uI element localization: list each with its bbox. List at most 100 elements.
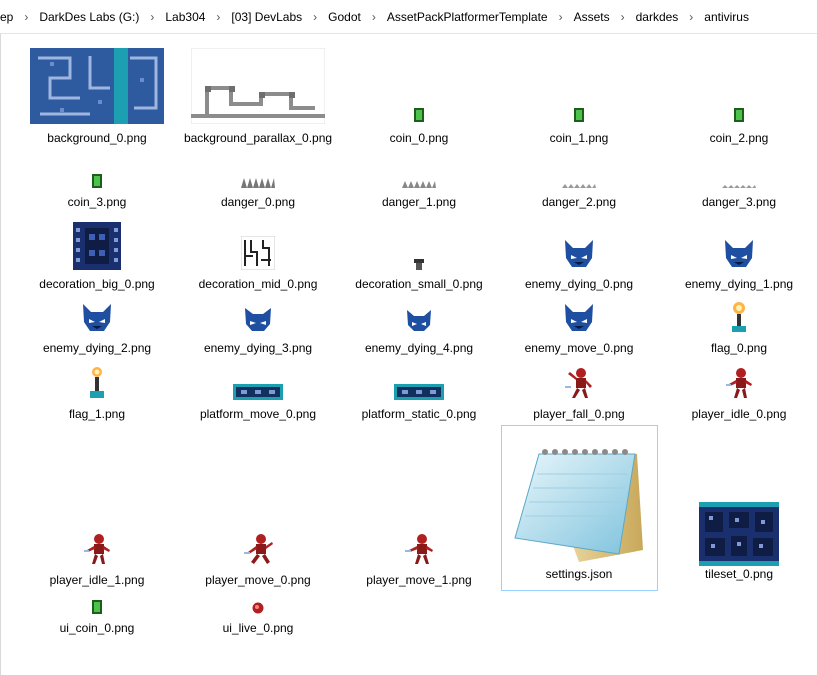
file-item[interactable]: danger_2.png	[499, 166, 659, 216]
file-item[interactable]: platform_move_0.png	[178, 364, 338, 428]
file-item[interactable]: background_0.png	[17, 34, 177, 154]
green-coin-icon	[499, 106, 659, 122]
file-item[interactable]: enemy_move_0.png	[499, 298, 659, 362]
file-item[interactable]: decoration_small_0.png	[339, 220, 499, 296]
file-item[interactable]: danger_0.png	[178, 166, 338, 216]
chevron-right-icon[interactable]: ›	[148, 10, 156, 24]
platform-icon	[339, 380, 499, 400]
breadcrumb-item[interactable]: antivirus	[695, 10, 758, 24]
file-name: background_parallax_0.png	[183, 131, 333, 145]
heart-live-icon	[178, 598, 338, 614]
breadcrumb-label: Godot	[328, 9, 361, 24]
file-item[interactable]: player_move_0.png	[178, 530, 338, 594]
chevron-right-icon[interactable]: ›	[22, 10, 30, 24]
file-item[interactable]: player_idle_0.png	[659, 364, 817, 428]
breadcrumb-item[interactable]: Assets ›	[565, 10, 627, 24]
file-item[interactable]: player_fall_0.png	[499, 364, 659, 428]
file-name: decoration_mid_0.png	[198, 277, 318, 291]
file-item[interactable]: enemy_dying_1.png	[659, 220, 817, 296]
chevron-right-icon[interactable]: ›	[619, 10, 627, 24]
breadcrumb-item[interactable]: darkdes ›	[627, 10, 696, 24]
breadcrumb-item[interactable]: Godot ›	[319, 10, 378, 24]
red-robot-player-icon	[659, 366, 817, 400]
file-item[interactable]: tileset_0.png	[659, 474, 817, 584]
blue-maze-tile-thumbnail	[17, 46, 177, 124]
gray-pipes-thumbnail	[178, 46, 338, 124]
file-name: ui_coin_0.png	[59, 621, 135, 635]
file-item[interactable]: coin_1.png	[499, 34, 659, 154]
green-coin-icon	[659, 106, 817, 122]
file-name: decoration_small_0.png	[355, 277, 483, 291]
blue-cat-enemy-icon	[659, 236, 817, 270]
file-grid: background_0.png background_parallax_0.p…	[0, 34, 817, 675]
file-item[interactable]: settings.json	[499, 432, 659, 582]
file-name: tileset_0.png	[704, 567, 774, 581]
file-item[interactable]: coin_2.png	[659, 34, 817, 154]
file-name: coin_3.png	[67, 195, 127, 209]
spikes-icon	[339, 176, 499, 188]
file-name: enemy_move_0.png	[524, 341, 634, 355]
file-name: player_idle_0.png	[691, 407, 787, 421]
file-name: enemy_dying_4.png	[364, 341, 474, 355]
file-item[interactable]: danger_3.png	[659, 166, 817, 216]
file-name: coin_1.png	[549, 131, 609, 145]
file-name: danger_3.png	[701, 195, 777, 209]
breadcrumb-label: Assets	[573, 9, 610, 24]
file-name: danger_2.png	[541, 195, 617, 209]
file-name: flag_1.png	[68, 407, 126, 421]
file-item[interactable]: background_parallax_0.png	[178, 34, 338, 164]
chevron-right-icon[interactable]: ›	[214, 10, 222, 24]
file-item[interactable]: platform_static_0.png	[339, 364, 499, 428]
file-item[interactable]: decoration_big_0.png	[17, 220, 177, 296]
breadcrumb-label: rep	[0, 9, 14, 24]
file-name: enemy_dying_3.png	[203, 341, 313, 355]
file-item[interactable]: player_idle_1.png	[17, 530, 177, 594]
breadcrumb-item[interactable]: AssetPackPlatformerTemplate ›	[378, 10, 565, 24]
file-name: enemy_dying_0.png	[524, 277, 634, 291]
file-name: platform_move_0.png	[199, 407, 317, 421]
file-name: player_move_0.png	[205, 573, 311, 587]
file-item[interactable]: ui_live_0.png	[178, 596, 338, 640]
green-coin-icon	[17, 598, 177, 614]
chevron-right-icon[interactable]: ›	[557, 10, 565, 24]
blue-cat-enemy-icon	[499, 236, 659, 270]
file-name: player_idle_1.png	[49, 573, 145, 587]
file-item[interactable]: enemy_dying_2.png	[17, 298, 177, 362]
file-item[interactable]: coin_3.png	[17, 166, 177, 216]
red-robot-player-icon	[499, 366, 659, 400]
file-item[interactable]: enemy_dying_4.png	[339, 298, 499, 362]
file-item[interactable]: flag_1.png	[17, 364, 177, 428]
file-name: ui_live_0.png	[222, 621, 294, 635]
address-bar[interactable]: rep › DarkDes Labs (G:) › Lab304 › [03] Dev…	[0, 0, 817, 34]
chevron-right-icon[interactable]: ›	[687, 10, 695, 24]
chevron-right-icon[interactable]: ›	[370, 10, 378, 24]
file-name: decoration_big_0.png	[39, 277, 155, 291]
file-item[interactable]: danger_1.png	[339, 166, 499, 216]
breadcrumb-item[interactable]: rep ›	[0, 10, 30, 24]
breadcrumb-item[interactable]: [03] DevLabs ›	[222, 10, 319, 24]
file-item[interactable]: decoration_mid_0.png	[178, 220, 338, 296]
file-name: settings.json	[545, 567, 613, 581]
red-robot-player-icon	[17, 532, 177, 566]
breadcrumb-label: [03] DevLabs	[231, 9, 303, 24]
file-item[interactable]: player_move_1.png	[339, 530, 499, 594]
file-item[interactable]: ui_coin_0.png	[17, 596, 177, 640]
flag-icon	[659, 300, 817, 334]
breadcrumb-item[interactable]: DarkDes Labs (G:) ›	[30, 10, 156, 24]
file-item[interactable]: enemy_dying_0.png	[499, 220, 659, 296]
spikes-icon	[178, 174, 338, 188]
file-name: player_move_1.png	[366, 573, 472, 587]
breadcrumb-label: DarkDes Labs (G:)	[39, 9, 140, 24]
file-item[interactable]: enemy_dying_3.png	[178, 298, 338, 362]
spikes-icon	[659, 180, 817, 188]
file-item[interactable]: coin_0.png	[339, 34, 499, 154]
file-item[interactable]: flag_0.png	[659, 298, 817, 362]
breadcrumb-item[interactable]: Lab304 ›	[156, 10, 222, 24]
breadcrumb-label: darkdes	[635, 9, 679, 24]
chevron-right-icon[interactable]: ›	[311, 10, 319, 24]
circuit-board-icon	[17, 220, 177, 270]
notepad-icon	[499, 434, 659, 568]
spikes-icon	[499, 178, 659, 188]
green-coin-icon	[339, 106, 499, 122]
file-name: background_0.png	[47, 131, 147, 145]
